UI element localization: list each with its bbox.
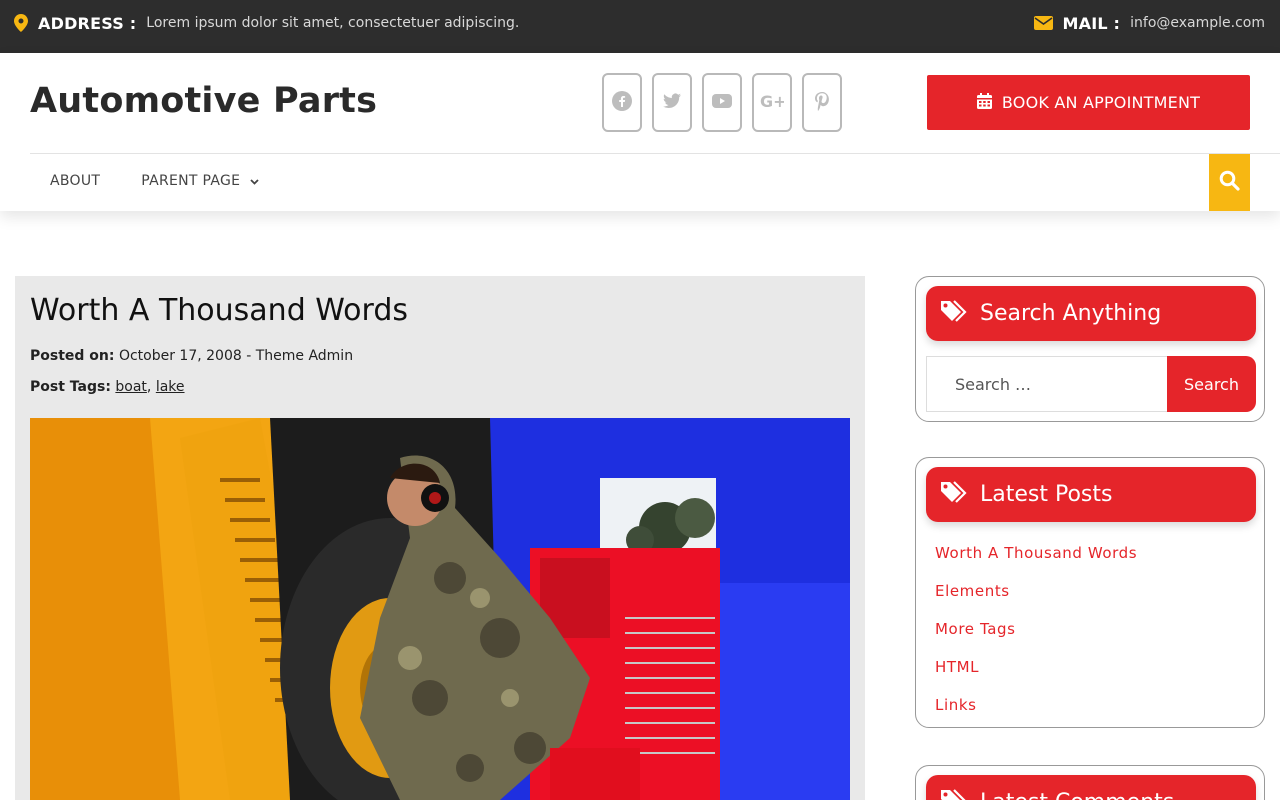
svg-text:G+: G+ [760,92,784,111]
twitter-link[interactable] [652,73,692,132]
search-widget: Search Anything Search … Search [915,276,1265,422]
search-widget-title: Search Anything [980,301,1162,326]
search-submit-button[interactable]: Search [1167,356,1256,412]
youtube-link[interactable] [702,73,742,132]
tags-icon [926,480,980,510]
pinterest-icon [812,91,832,115]
post-title[interactable]: Worth A Thousand Words [30,293,408,328]
latest-post-link[interactable]: More Tags [935,620,1137,658]
posted-value: October 17, 2008 - Theme Admin [118,348,354,364]
main-nav: ABOUT PARENT PAGE [50,173,300,189]
facebook-link[interactable] [602,73,642,132]
address-label: ADDRESS : [38,13,137,33]
latest-posts-title: Latest Posts [980,482,1113,507]
latest-post-link[interactable]: HTML [935,658,1137,696]
google-plus-icon: G+ [760,91,787,115]
mail-label: MAIL : [1062,13,1121,33]
post-featured-image [30,418,850,800]
pinterest-link[interactable] [802,73,842,132]
latest-comments-title: Latest Comments [980,790,1174,800]
latest-comments-widget: Latest Comments [915,765,1265,800]
address-value: Lorem ipsum dolor sit amet, consectetuer… [146,15,520,31]
calendar-icon [976,92,1002,113]
nav-item-label: PARENT PAGE [141,173,241,189]
post-date-meta: Posted on: October 17, 2008 - Theme Admi… [30,348,353,364]
latest-posts-header: Latest Posts [926,467,1256,522]
top-bar: ADDRESS : Lorem ipsum dolor sit amet, co… [0,0,1280,53]
search-input[interactable]: Search … [926,356,1168,412]
book-appointment-button[interactable]: BOOK AN APPOINTMENT [927,75,1250,130]
nav-item-parent-page[interactable]: PARENT PAGE [141,173,259,189]
tag-link[interactable]: boat [115,379,147,395]
search-toggle-button[interactable] [1209,154,1250,211]
search-widget-header: Search Anything [926,286,1256,341]
chevron-down-icon [240,173,259,189]
latest-post-link[interactable]: Worth A Thousand Words [935,544,1137,582]
site-title[interactable]: Automotive Parts [30,81,377,121]
address-block: ADDRESS : Lorem ipsum dolor sit amet, co… [14,12,519,34]
tags-icon [926,788,980,800]
tags-icon [926,299,980,329]
nav-divider [30,153,1280,154]
site-header: Automotive Parts G+ BOOK AN APPOINTMENT … [0,53,1280,211]
search-icon [1219,170,1240,195]
youtube-icon [712,91,732,115]
tag-link[interactable]: lake [156,379,185,395]
latest-posts-widget: Latest Posts Worth A Thousand Words Elem… [915,457,1265,728]
post-card: Worth A Thousand Words Posted on: Octobe… [15,276,865,800]
latest-post-link[interactable]: Links [935,696,1137,734]
mail-value[interactable]: info@example.com [1130,15,1265,31]
posted-label: Posted on: [30,348,115,364]
tags-label: Post Tags: [30,379,111,395]
google-plus-link[interactable]: G+ [752,73,792,132]
map-pin-icon [14,14,28,32]
latest-comments-header: Latest Comments [926,775,1256,800]
latest-post-link[interactable]: Elements [935,582,1137,620]
social-links: G+ [602,73,842,132]
nav-item-label: ABOUT [50,173,101,189]
book-appointment-label: BOOK AN APPOINTMENT [1001,93,1201,112]
post-tags-meta: Post Tags: boat, lake [30,379,185,395]
latest-posts-list: Worth A Thousand Words Elements More Tag… [935,544,1137,734]
twitter-icon [662,91,682,115]
mail-block: MAIL : info@example.com [1033,12,1265,34]
envelope-icon [1033,16,1053,30]
nav-item-about[interactable]: ABOUT [50,173,100,189]
facebook-icon [612,90,632,115]
